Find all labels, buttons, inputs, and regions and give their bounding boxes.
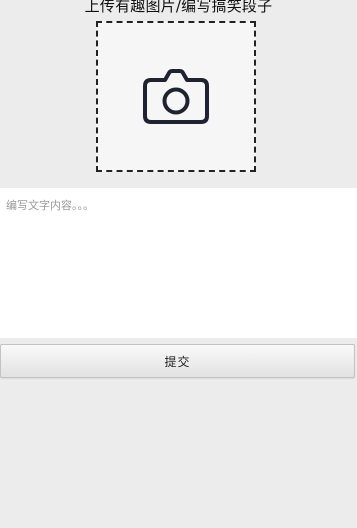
- page-title: 上传有趣图片/编写搞笑段子: [84, 0, 273, 15]
- submit-button[interactable]: 提交: [0, 344, 355, 378]
- image-upload-area[interactable]: [96, 21, 256, 172]
- text-content-input[interactable]: [0, 188, 357, 338]
- text-content-panel: [0, 188, 357, 338]
- camera-icon: [143, 68, 209, 124]
